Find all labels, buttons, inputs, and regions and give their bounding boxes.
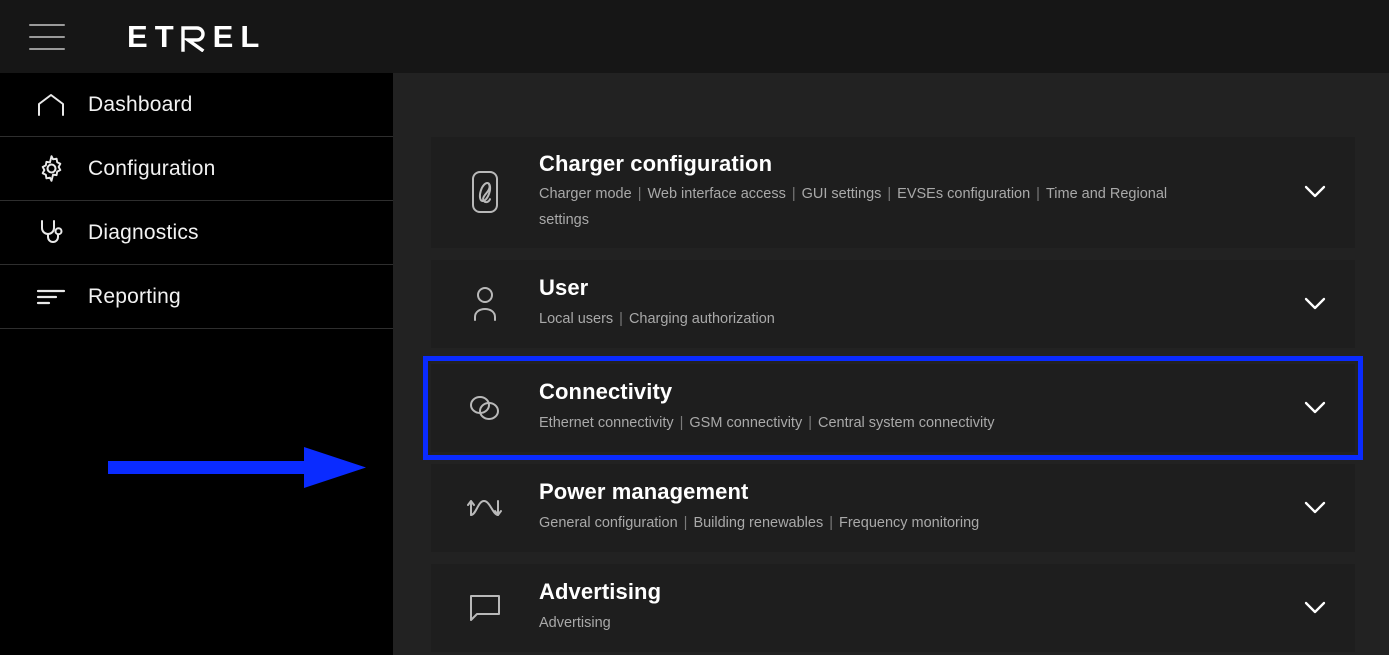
card-sublink[interactable]: Advertising	[539, 615, 611, 631]
card-sublinks: General configuration | Building renewable…	[539, 511, 1211, 537]
logo-letter-l: L	[240, 18, 267, 54]
card-title: User	[539, 275, 589, 301]
sublink-separator: |	[679, 414, 684, 431]
sublink-separator: |	[791, 186, 796, 203]
card-wrapper-highlighted: Connectivity Ethernet connectivity | GSM c…	[423, 355, 1363, 460]
application-window: E T E L Dashboard Configuration Diagnost…	[0, 0, 1389, 655]
card-title: Power management	[539, 479, 749, 505]
sublink-separator: |	[829, 514, 833, 531]
config-card-advertising[interactable]: Advertising Advertising	[431, 563, 1355, 652]
chain-link-icon	[431, 393, 539, 423]
sidebar-item-diagnostics[interactable]: Diagnostics	[0, 201, 393, 265]
annotation-arrow-icon	[108, 446, 366, 489]
card-sublinks: Advertising	[539, 611, 1211, 637]
logo-letter-t: T	[154, 18, 181, 54]
user-icon	[431, 285, 539, 323]
card-title: Connectivity	[539, 379, 673, 405]
power-arrows-icon	[431, 494, 539, 522]
main-content-area: Charger configuration Charger mode | Web i…	[393, 73, 1389, 655]
hamburger-line	[29, 47, 65, 50]
card-sublink[interactable]: Charger mode	[539, 186, 632, 202]
sublink-separator: |	[637, 186, 642, 203]
sublink-separator: |	[683, 514, 688, 531]
card-title: Advertising	[539, 579, 662, 605]
gear-icon	[22, 154, 80, 183]
card-wrapper: Power management General configuration | B…	[431, 463, 1355, 552]
chevron-down-icon[interactable]	[1275, 401, 1355, 415]
card-sublink[interactable]: EVSEs configuration	[897, 186, 1030, 202]
card-body: Advertising Advertising	[539, 579, 1275, 636]
card-sublink[interactable]: Central system connectivity	[818, 415, 994, 431]
sublink-separator: |	[619, 310, 623, 327]
card-sublink[interactable]: Building renewables	[693, 515, 823, 531]
hamburger-line	[29, 23, 65, 26]
card-sublink[interactable]: Frequency monitoring	[839, 515, 979, 531]
card-sublink[interactable]: Charging authorization	[629, 311, 775, 327]
sidebar-item-label: Dashboard	[88, 92, 193, 116]
sidebar-item-reporting[interactable]: Reporting	[0, 265, 393, 329]
card-body: Power management General configuration | B…	[539, 479, 1275, 536]
sublink-separator: |	[808, 414, 812, 431]
card-body: Connectivity Ethernet connectivity | GSM c…	[539, 379, 1275, 436]
stethoscope-icon	[22, 218, 80, 247]
sidebar-navigation: Dashboard Configuration Diagnostics Repo…	[0, 73, 393, 655]
card-body: Charger configuration Charger mode | Web i…	[539, 151, 1275, 234]
chevron-down-icon[interactable]	[1275, 185, 1355, 199]
sidebar-item-label: Diagnostics	[88, 220, 199, 244]
card-wrapper: Advertising Advertising	[431, 563, 1355, 652]
report-bars-icon	[22, 288, 80, 306]
config-card-power-management[interactable]: Power management General configuration | B…	[431, 463, 1355, 552]
sidebar-item-label: Reporting	[88, 284, 181, 308]
card-sublinks: Ethernet connectivity | GSM connectivity | C…	[539, 411, 1211, 437]
card-sublink[interactable]: Local users	[539, 311, 613, 327]
config-card-user[interactable]: User Local users | Charging authorization	[431, 259, 1355, 348]
sidebar-item-label: Configuration	[88, 156, 216, 180]
card-sublink[interactable]: GUI settings	[802, 186, 882, 202]
home-icon	[22, 92, 80, 118]
top-header-bar: E T E L	[0, 0, 1389, 73]
sidebar-item-dashboard[interactable]: Dashboard	[0, 73, 393, 137]
card-sublink[interactable]: GSM connectivity	[689, 415, 802, 431]
config-card-charger-configuration[interactable]: Charger configuration Charger mode | Web i…	[431, 137, 1355, 248]
card-wrapper: Charger configuration Charger mode | Web i…	[431, 137, 1355, 248]
card-sublink[interactable]: General configuration	[539, 515, 678, 531]
card-sublinks: Local users | Charging authorization	[539, 307, 1211, 333]
sublink-separator: |	[1036, 186, 1040, 203]
speech-bubble-icon	[431, 593, 539, 623]
chevron-down-icon[interactable]	[1275, 601, 1355, 615]
config-card-connectivity[interactable]: Connectivity Ethernet connectivity | GSM c…	[431, 363, 1355, 452]
charger-plug-icon	[431, 169, 539, 215]
hamburger-menu-icon[interactable]	[29, 23, 65, 50]
card-body: User Local users | Charging authorization	[539, 275, 1275, 332]
card-sublinks: Charger mode | Web interface access | GUI se…	[539, 182, 1211, 234]
card-sublink[interactable]: Ethernet connectivity	[539, 415, 674, 431]
card-title: Charger configuration	[539, 151, 773, 176]
sublink-separator: |	[887, 186, 892, 203]
hamburger-line	[29, 35, 65, 38]
card-sublink[interactable]: Web interface access	[647, 186, 785, 202]
chevron-down-icon[interactable]	[1275, 501, 1355, 515]
card-wrapper: User Local users | Charging authorization	[431, 259, 1355, 348]
logo-letter-e2: E	[212, 18, 241, 54]
chevron-down-icon[interactable]	[1275, 297, 1355, 311]
logo-letter-r-glyph	[180, 24, 206, 52]
etrel-logo: E T E L	[127, 17, 266, 57]
sidebar-item-configuration[interactable]: Configuration	[0, 137, 393, 201]
logo-letter-e1: E	[127, 18, 155, 54]
